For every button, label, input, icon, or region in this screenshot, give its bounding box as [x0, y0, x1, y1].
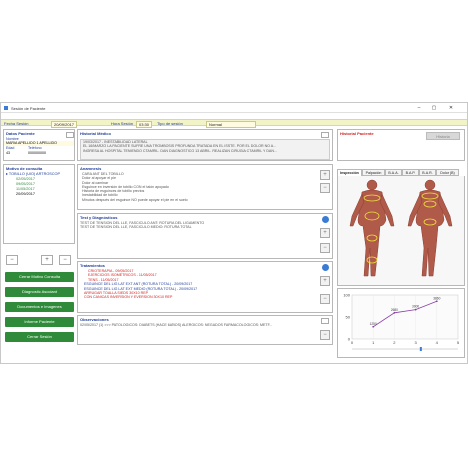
test-line: TEST DE TENSION DEL LLE, FASCICULO MEDIO…	[80, 225, 192, 230]
medical-history-panel: Historial Médico 19/03/2017 - INESTABILI…	[77, 129, 333, 161]
minimize-icon[interactable]: –	[415, 105, 423, 111]
session-bar: Fecha Sesión 20/09/2017 Hora Sesión 03:3…	[1, 119, 467, 128]
patient-phone-value: 000000000	[28, 150, 46, 155]
chart-plot-area	[351, 294, 459, 340]
remove-consultation-button[interactable]: −	[6, 255, 18, 265]
consultation-date-item[interactable]: 20/09/2017	[4, 192, 74, 197]
tab-1[interactable]: Palpación	[362, 169, 385, 176]
app-icon	[4, 106, 8, 110]
consultation-reasons-panel: Motivo de consulta ▸ TOBILLO (UIO) ARTRO…	[3, 164, 75, 244]
chart-point	[414, 308, 417, 311]
patient-age-value: 43	[6, 150, 10, 155]
treatments-panel: Tratamientos CRIOTERAPIA - 09/05/2017 EJE…	[77, 261, 333, 313]
observations-line: 02/05/2017 (1) >>> PATOLOGICOS: DIABETS …	[80, 323, 273, 327]
patient-report-button[interactable]: Informe Paciente	[5, 317, 74, 327]
close-session-button[interactable]: Cerrar Sesión	[5, 332, 74, 342]
consultation-reasons-header: Motivo de consulta	[6, 166, 43, 171]
info-icon[interactable]	[322, 216, 329, 223]
history-line: INGRESA AL HOSPITAL TENIENDO CTAMRIL. DA…	[83, 148, 277, 153]
chart-point	[372, 325, 375, 328]
close-consultation-button[interactable]: Cerrar Motivo Consulta	[5, 272, 74, 282]
history-button[interactable]: Historia	[426, 132, 460, 140]
anamnesis-add-button[interactable]: +	[320, 170, 330, 180]
observations-panel: Observaciones 02/05/2017 (1) >>> PATOLOG…	[77, 315, 333, 345]
info-icon[interactable]	[322, 264, 329, 271]
anamnesis-line: Minutos después del esguince NO puede ap…	[82, 197, 188, 202]
tests-add-button[interactable]: +	[320, 228, 330, 238]
patient-history-panel: Historial Paciente Historia	[337, 129, 465, 161]
body-map[interactable]	[338, 176, 464, 284]
anamnesis-header: Anamnesis	[80, 166, 102, 171]
chart-point-label: 2680	[391, 308, 398, 312]
tests-panel: Test y Diagnósticos TEST DE TENSION DEL …	[77, 213, 333, 259]
chart-xtick-label: 4	[436, 340, 439, 345]
chart-point	[393, 311, 396, 314]
patient-data-panel: Datos Paciente Nombre MARIA APELLIDO 1 A…	[3, 129, 75, 161]
edit-patient-icon[interactable]	[66, 132, 74, 138]
observations-header: Observaciones	[80, 317, 109, 322]
tab-2[interactable]: B.A.A.	[385, 169, 402, 176]
body-map-panel	[337, 176, 465, 286]
chart-xtick-label: 2	[393, 340, 396, 345]
medical-history-header: Historial Médico	[80, 131, 111, 136]
diagnostic-button[interactable]: Diagnostic Asociant	[5, 287, 74, 297]
documents-button[interactable]: Documentos e Imagenes	[5, 302, 74, 312]
patient-data-header: Datos Paciente	[6, 131, 35, 136]
chart-xtick-label: 3	[414, 340, 417, 345]
chart-slider-thumb	[419, 347, 422, 351]
session-date-label: Fecha Sesión	[4, 121, 29, 126]
chart-point-label: 3860	[433, 296, 440, 300]
session-type-label: Tipo de sesión	[157, 121, 183, 126]
session-time-value[interactable]: 03:30	[136, 121, 153, 128]
window-title: Sesión de Paciente	[11, 106, 46, 111]
add-consultation-button[interactable]: +	[41, 255, 53, 265]
treatments-add-button[interactable]: +	[320, 276, 330, 286]
tests-header: Test y Diagnósticos	[80, 215, 118, 220]
treatments-header: Tratamientos	[80, 263, 105, 268]
chart-xtick-label: 0	[351, 340, 354, 345]
session-date-value[interactable]: 20/09/2017	[51, 121, 78, 128]
chart-xtick-label: 5	[457, 340, 460, 345]
maximize-icon[interactable]: ▢	[430, 105, 438, 111]
tab-0[interactable]: Inspección	[337, 169, 362, 176]
treatments-list: CRIOTERAPIA - 09/05/2017 EJERCICIOS ISOMÉ…	[82, 269, 312, 300]
anamnesis-panel: Anamnesis CARA ANT DEL TOBILLO Dolor al …	[77, 164, 333, 210]
tab-4[interactable]: B.A.R.	[419, 169, 436, 176]
observations-remove-button[interactable]: −	[320, 330, 330, 340]
chart-point-label: 3000	[412, 305, 419, 309]
edit-history-icon[interactable]	[321, 132, 329, 138]
close-icon[interactable]: ✕	[447, 105, 455, 111]
session-type-value[interactable]: Normal	[206, 121, 256, 128]
patient-session-window: Sesión de Paciente – ▢ ✕ Fecha Sesión 20…	[0, 102, 468, 364]
chart-xtick-label: 1	[372, 340, 375, 345]
chart-point	[435, 300, 438, 303]
chart-ytick-label: 100	[343, 293, 350, 298]
tab-3[interactable]: B.A.P.	[402, 169, 419, 176]
remove-consultation-alt-button[interactable]: −	[59, 255, 71, 265]
progress-chart: 0 1 2 3 4 50501001250268030003860	[343, 293, 460, 351]
anamnesis-remove-button[interactable]: −	[320, 183, 330, 193]
session-time-label: Hora Sesión	[111, 121, 134, 126]
title-bar: Sesión de Paciente – ▢ ✕	[1, 103, 467, 113]
treatment-item[interactable]: CON CANICAS INVERSION Y EVERSION 30X10 R…	[82, 295, 312, 299]
patient-phone-label: Teléfono	[28, 145, 42, 150]
tests-remove-button[interactable]: −	[320, 243, 330, 253]
progress-chart-panel: 0 1 2 3 4 5 0 50 100 1250 2680 3000 3860	[337, 288, 465, 358]
chart-ytick-label: 50	[346, 315, 351, 320]
patient-age-label: Edad	[6, 145, 15, 150]
treatments-remove-button[interactable]: −	[320, 294, 330, 304]
tab-5[interactable]: Dolor (B)	[436, 169, 459, 176]
edit-observations-icon[interactable]	[321, 318, 329, 324]
chart-point-label: 1250	[370, 322, 377, 326]
